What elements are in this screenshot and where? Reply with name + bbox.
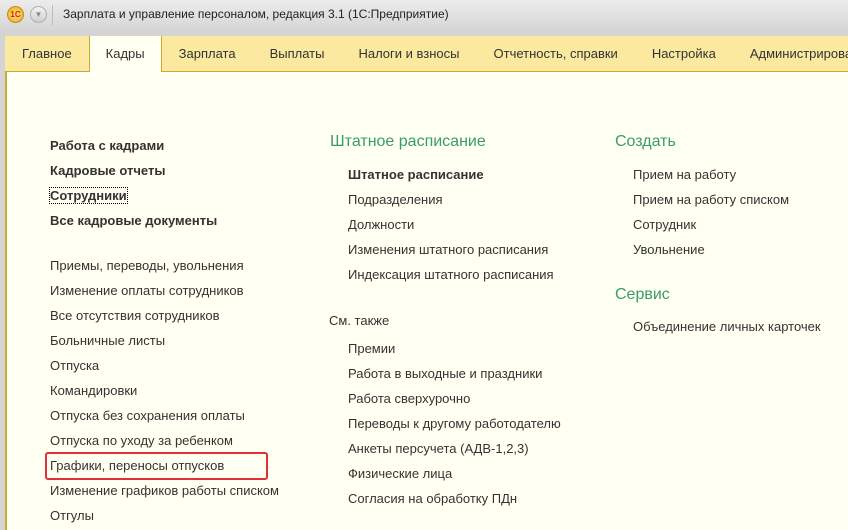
link-left-main[interactable]: Кадровые отчеты: [50, 163, 165, 178]
link-see-also[interactable]: Работа в выходные и праздники: [348, 366, 542, 381]
link-middle[interactable]: Подразделения: [348, 192, 443, 207]
link-left[interactable]: Все отсутствия сотрудников: [50, 308, 220, 323]
tab-3[interactable]: Выплаты: [253, 36, 342, 71]
link-service[interactable]: Объединение личных карточек: [633, 319, 821, 334]
tab-1[interactable]: Кадры: [88, 36, 162, 73]
link-left[interactable]: Больничные листы: [50, 333, 165, 348]
tab-2[interactable]: Зарплата: [162, 36, 253, 71]
link-left[interactable]: Командировки: [50, 383, 137, 398]
link-see-also[interactable]: Премии: [348, 341, 395, 356]
tab-4[interactable]: Налоги и взносы: [341, 36, 476, 71]
app-logo-icon[interactable]: 1С: [7, 6, 24, 23]
link-middle[interactable]: Индексация штатного расписания: [348, 267, 554, 282]
link-see-also[interactable]: Физические лица: [348, 466, 452, 481]
divider: [52, 5, 53, 25]
highlight-box: [45, 452, 268, 480]
link-left-main[interactable]: Сотрудники: [49, 187, 128, 204]
window-title: Зарплата и управление персоналом, редакц…: [63, 7, 449, 21]
heading-service: Сервис: [615, 286, 670, 303]
link-left[interactable]: Изменение оплаты сотрудников: [50, 283, 244, 298]
tab-6[interactable]: Настройка: [635, 36, 733, 71]
main-menu-button[interactable]: ▼: [30, 6, 47, 23]
link-see-also[interactable]: Переводы к другому работодателю: [348, 416, 561, 431]
link-see-also[interactable]: Работа сверхурочно: [348, 391, 470, 406]
link-left-main[interactable]: Все кадровые документы: [50, 213, 217, 228]
link-left[interactable]: Отпуска: [50, 358, 99, 373]
link-middle[interactable]: Должности: [348, 217, 414, 232]
heading-staff-schedule: Штатное расписание: [330, 133, 486, 150]
see-also-label: См. также: [329, 313, 390, 328]
link-see-also[interactable]: Анкеты персучета (АДВ-1,2,3): [348, 441, 529, 456]
link-left[interactable]: Изменение графиков работы списком: [50, 483, 279, 498]
link-left[interactable]: Отгулы: [50, 508, 94, 523]
link-create[interactable]: Прием на работу списком: [633, 192, 789, 207]
section-tabs: Главное Кадры Зарплата Выплаты Налоги и взно…: [5, 36, 848, 73]
tab-0[interactable]: Главное: [5, 36, 89, 71]
link-left-main[interactable]: Работа с кадрами: [50, 138, 164, 153]
title-bar: 1С ▼ Зарплата и управление персоналом, р…: [0, 0, 848, 30]
link-create[interactable]: Прием на работу: [633, 167, 736, 182]
heading-create: Создать: [615, 133, 676, 150]
link-left[interactable]: Приемы, переводы, увольнения: [50, 258, 244, 273]
tab-7[interactable]: Администрирование: [733, 36, 848, 71]
tab-5[interactable]: Отчетность, справки: [477, 36, 635, 71]
link-left[interactable]: Отпуска по уходу за ребенком: [50, 433, 233, 448]
link-create[interactable]: Сотрудник: [633, 217, 696, 232]
link-see-also[interactable]: Согласия на обработку ПДн: [348, 491, 517, 506]
link-middle[interactable]: Штатное расписание: [348, 167, 484, 182]
link-middle[interactable]: Изменения штатного расписания: [348, 242, 548, 257]
link-create[interactable]: Увольнение: [633, 242, 705, 257]
link-left[interactable]: Отпуска без сохранения оплаты: [50, 408, 245, 423]
